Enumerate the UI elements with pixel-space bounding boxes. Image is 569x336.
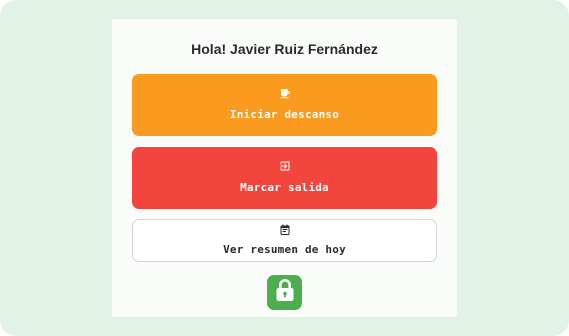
start-break-label: Iniciar descanso	[229, 108, 340, 121]
lock-button[interactable]	[267, 275, 302, 310]
start-break-button[interactable]: Iniciar descanso	[132, 74, 437, 136]
main-card: Hola! Javier Ruiz Fernández Iniciar desc…	[112, 19, 457, 317]
coffee-icon	[132, 87, 437, 99]
greeting-title: Hola! Javier Ruiz Fernández	[191, 41, 378, 57]
calendar-icon	[133, 224, 436, 236]
logout-icon	[132, 160, 437, 172]
clock-out-button[interactable]: Marcar salida	[132, 147, 437, 209]
app-background: Hola! Javier Ruiz Fernández Iniciar desc…	[0, 0, 569, 336]
view-summary-button[interactable]: Ver resumen de hoy	[132, 219, 437, 262]
clock-out-label: Marcar salida	[240, 181, 329, 194]
lock-icon	[274, 278, 296, 307]
view-summary-label: Ver resumen de hoy	[223, 243, 346, 256]
